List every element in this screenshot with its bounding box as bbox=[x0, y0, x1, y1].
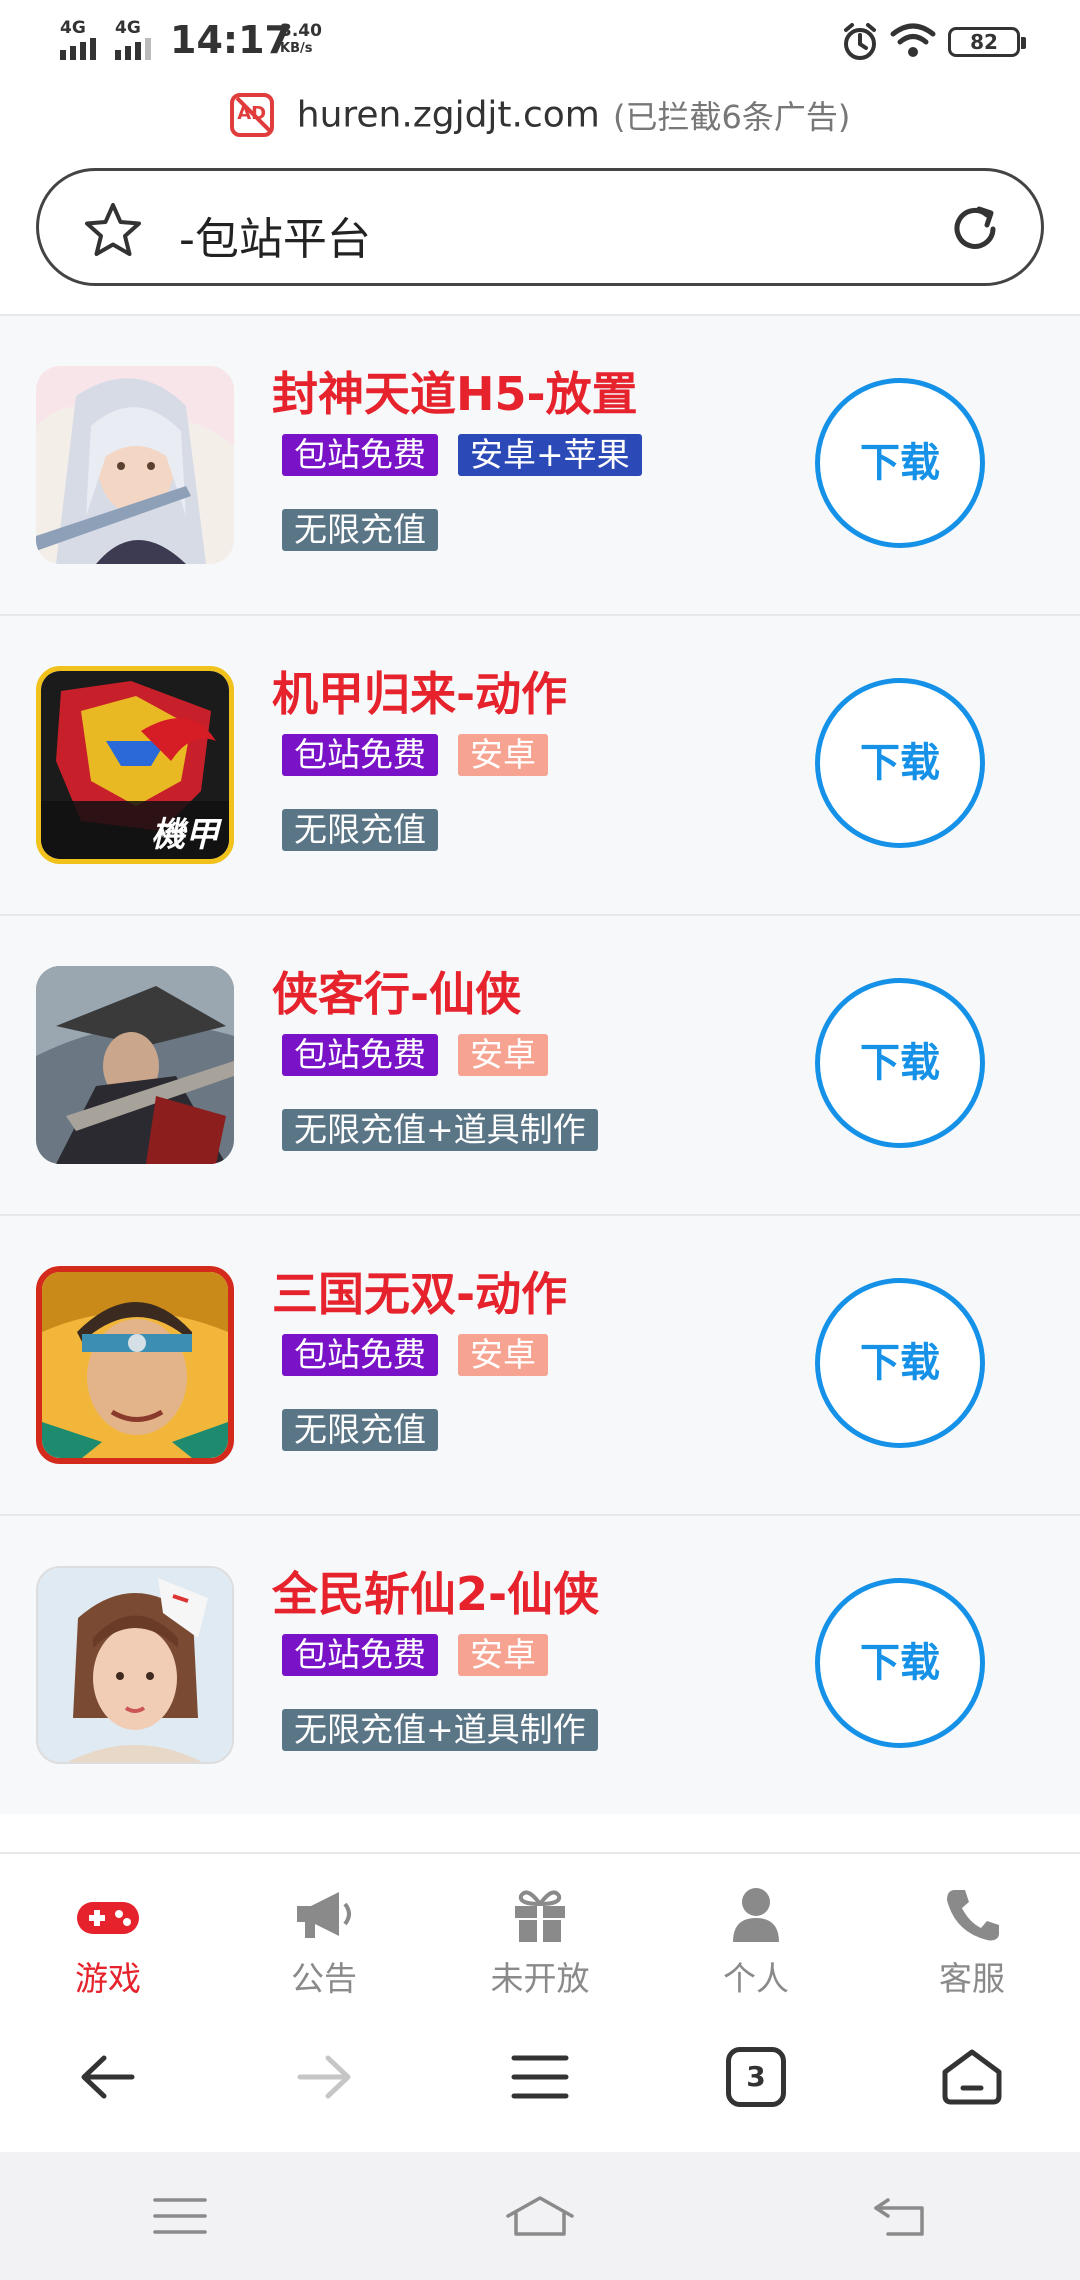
tag-free: 包站免费 bbox=[282, 434, 438, 476]
alarm-icon bbox=[844, 23, 876, 60]
menu-button[interactable] bbox=[432, 2002, 648, 2152]
download-button[interactable]: 下载 bbox=[815, 978, 985, 1148]
system-back-icon bbox=[874, 2198, 924, 2236]
game-title[interactable]: 侠客行-仙侠 bbox=[272, 958, 521, 1024]
page-host[interactable]: huren.zgjdjt.com bbox=[297, 95, 600, 136]
back-button[interactable] bbox=[0, 2002, 216, 2152]
tag-platform: 安卓 bbox=[458, 1334, 548, 1376]
gamepad-icon bbox=[77, 1902, 139, 1934]
recent-apps-button[interactable] bbox=[0, 2152, 360, 2280]
game-item[interactable]: 三国无双-动作 包站免费 安卓 无限充值 下载 bbox=[0, 1214, 1080, 1514]
speed-value: 3.40 bbox=[280, 21, 322, 41]
clock: 14:17 bbox=[170, 18, 291, 62]
tab-label: 个人 bbox=[723, 1959, 789, 1998]
forward-button[interactable] bbox=[216, 2002, 432, 2152]
tag-platform: 安卓 bbox=[458, 1034, 548, 1076]
tag-free: 包站免费 bbox=[282, 734, 438, 776]
tab-announcements[interactable]: 公告 bbox=[216, 1854, 432, 2002]
battery-indicator: 82 bbox=[948, 27, 1026, 57]
blocked-ads-count: (已拦截6条广告) bbox=[612, 98, 851, 136]
system-nav-bar bbox=[0, 2152, 1080, 2280]
tab-games[interactable]: 游戏 bbox=[0, 1854, 216, 2002]
tag-feature: 无限充值 bbox=[282, 509, 438, 551]
bottom-tab-bar: 游戏 公告 未开放 个人 客服 bbox=[0, 1852, 1080, 2002]
tag-platform: 安卓 bbox=[458, 1634, 548, 1676]
ad-badge-text: AD bbox=[237, 103, 267, 124]
game-item[interactable]: 全民斩仙2-仙侠 包站免费 安卓 无限充值+道具制作 下载 bbox=[0, 1514, 1080, 1814]
game-title[interactable]: 全民斩仙2-仙侠 bbox=[272, 1558, 599, 1624]
megaphone-icon bbox=[297, 1892, 351, 1938]
recents-icon bbox=[153, 2198, 207, 2234]
game-item[interactable]: 侠客行-仙侠 包站免费 安卓 无限充值+道具制作 下载 bbox=[0, 914, 1080, 1214]
download-button[interactable]: 下载 bbox=[815, 1578, 985, 1748]
signal-label-1: 4G bbox=[60, 18, 86, 38]
network-speed: 3.40 KB/s bbox=[280, 22, 322, 58]
tab-profile[interactable]: 个人 bbox=[648, 1854, 864, 2002]
forward-arrow-icon bbox=[297, 2055, 351, 2099]
reload-icon[interactable] bbox=[947, 201, 1003, 257]
game-title[interactable]: 三国无双-动作 bbox=[272, 1258, 567, 1324]
back-arrow-icon bbox=[81, 2055, 135, 2099]
game-thumbnail[interactable] bbox=[36, 966, 234, 1164]
game-item[interactable]: 機甲 机甲归来-动作 包站免费 安卓 无限充值 下载 bbox=[0, 614, 1080, 914]
ad-block-icon[interactable]: AD bbox=[229, 93, 274, 137]
url-row: AD huren.zgjdjt.com (已拦截6条广告) bbox=[0, 92, 1080, 152]
signal-bars-icon bbox=[60, 38, 96, 60]
status-bar: 4G 4G 14:17 3.40 KB/s 82 bbox=[0, 0, 1080, 80]
tag-free: 包站免费 bbox=[282, 1034, 438, 1076]
tag-platform: 安卓 bbox=[458, 734, 548, 776]
game-title[interactable]: 封神天道H5-放置 bbox=[272, 358, 638, 424]
signal-label-2: 4G bbox=[115, 18, 141, 38]
menu-icon bbox=[511, 2055, 569, 2099]
download-button[interactable]: 下载 bbox=[815, 1278, 985, 1448]
game-item[interactable]: 封神天道H5-放置 包站免费 安卓+苹果 无限充值 下载 bbox=[0, 314, 1080, 614]
bookmark-star-icon[interactable] bbox=[83, 201, 143, 259]
tab-label: 客服 bbox=[939, 1959, 1005, 1998]
tabs-button[interactable]: 3 bbox=[648, 2002, 864, 2152]
tab-not-open[interactable]: 未开放 bbox=[432, 1854, 648, 2002]
address-bar[interactable]: -包站平台 bbox=[36, 168, 1044, 286]
system-home-button[interactable] bbox=[360, 2152, 720, 2280]
download-button[interactable]: 下载 bbox=[815, 378, 985, 548]
game-title[interactable]: 机甲归来-动作 bbox=[272, 658, 567, 724]
signal-bars-icon bbox=[115, 38, 151, 60]
wifi-icon bbox=[890, 23, 936, 57]
tab-label: 未开放 bbox=[490, 1959, 590, 1998]
speed-unit: KB/s bbox=[280, 41, 313, 56]
download-button[interactable]: 下载 bbox=[815, 678, 985, 848]
tag-free: 包站免费 bbox=[282, 1334, 438, 1376]
person-icon bbox=[733, 1888, 779, 1942]
browser-nav-bar: 3 bbox=[0, 2002, 1080, 2152]
gift-icon bbox=[515, 1890, 565, 1942]
game-thumbnail[interactable] bbox=[36, 1566, 234, 1764]
tab-label: 公告 bbox=[291, 1959, 357, 1998]
page-title-text[interactable]: -包站平台 bbox=[179, 203, 371, 267]
game-thumbnail[interactable] bbox=[36, 366, 234, 564]
game-list: 封神天道H5-放置 包站免费 安卓+苹果 无限充值 下载 機甲 机甲归来-动作 包… bbox=[0, 314, 1080, 1814]
system-home-icon bbox=[506, 2196, 574, 2236]
tag-feature: 无限充值 bbox=[282, 809, 438, 851]
tag-feature: 无限充值+道具制作 bbox=[282, 1709, 598, 1751]
tab-customer-service[interactable]: 客服 bbox=[864, 1854, 1080, 2002]
thumbnail-logo-text: 機甲 bbox=[151, 815, 223, 855]
tag-feature: 无限充值+道具制作 bbox=[282, 1109, 598, 1151]
game-thumbnail[interactable] bbox=[36, 1266, 234, 1464]
phone-icon bbox=[947, 1890, 999, 1941]
tag-platform: 安卓+苹果 bbox=[458, 434, 642, 476]
system-back-button[interactable] bbox=[720, 2152, 1080, 2280]
tab-label: 游戏 bbox=[75, 1959, 141, 1998]
tag-free: 包站免费 bbox=[282, 1634, 438, 1676]
home-icon bbox=[942, 2049, 1002, 2105]
game-thumbnail[interactable]: 機甲 bbox=[36, 666, 234, 864]
home-button[interactable] bbox=[864, 2002, 1080, 2152]
tab-count-badge: 3 bbox=[726, 2047, 786, 2107]
tag-feature: 无限充值 bbox=[282, 1409, 438, 1451]
